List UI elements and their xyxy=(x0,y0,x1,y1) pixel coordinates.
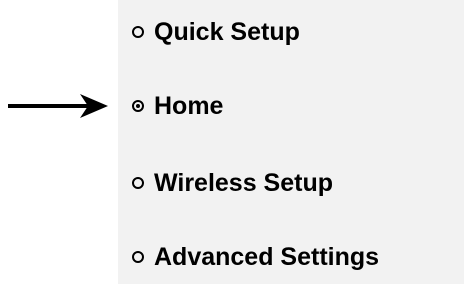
menu-item-label[interactable]: Advanced Settings xyxy=(154,244,379,270)
radio-empty-icon[interactable] xyxy=(132,177,144,189)
menu-item-label[interactable]: Quick Setup xyxy=(154,19,300,45)
menu-item-wireless-setup[interactable]: Wireless Setup xyxy=(132,163,333,203)
menu-item-quick-setup[interactable]: Quick Setup xyxy=(132,12,300,52)
menu-item-home[interactable]: Home xyxy=(132,86,223,126)
radio-selected-icon[interactable] xyxy=(132,100,144,112)
menu-item-label[interactable]: Wireless Setup xyxy=(154,170,333,196)
navigation-menu: Quick Setup Home Wireless Setup Advanced… xyxy=(118,0,464,284)
radio-empty-icon[interactable] xyxy=(132,251,144,263)
menu-item-advanced-settings[interactable]: Advanced Settings xyxy=(132,237,379,277)
menu-item-label[interactable]: Home xyxy=(154,93,223,119)
radio-empty-icon[interactable] xyxy=(132,26,144,38)
arrow-right-icon xyxy=(8,94,108,118)
